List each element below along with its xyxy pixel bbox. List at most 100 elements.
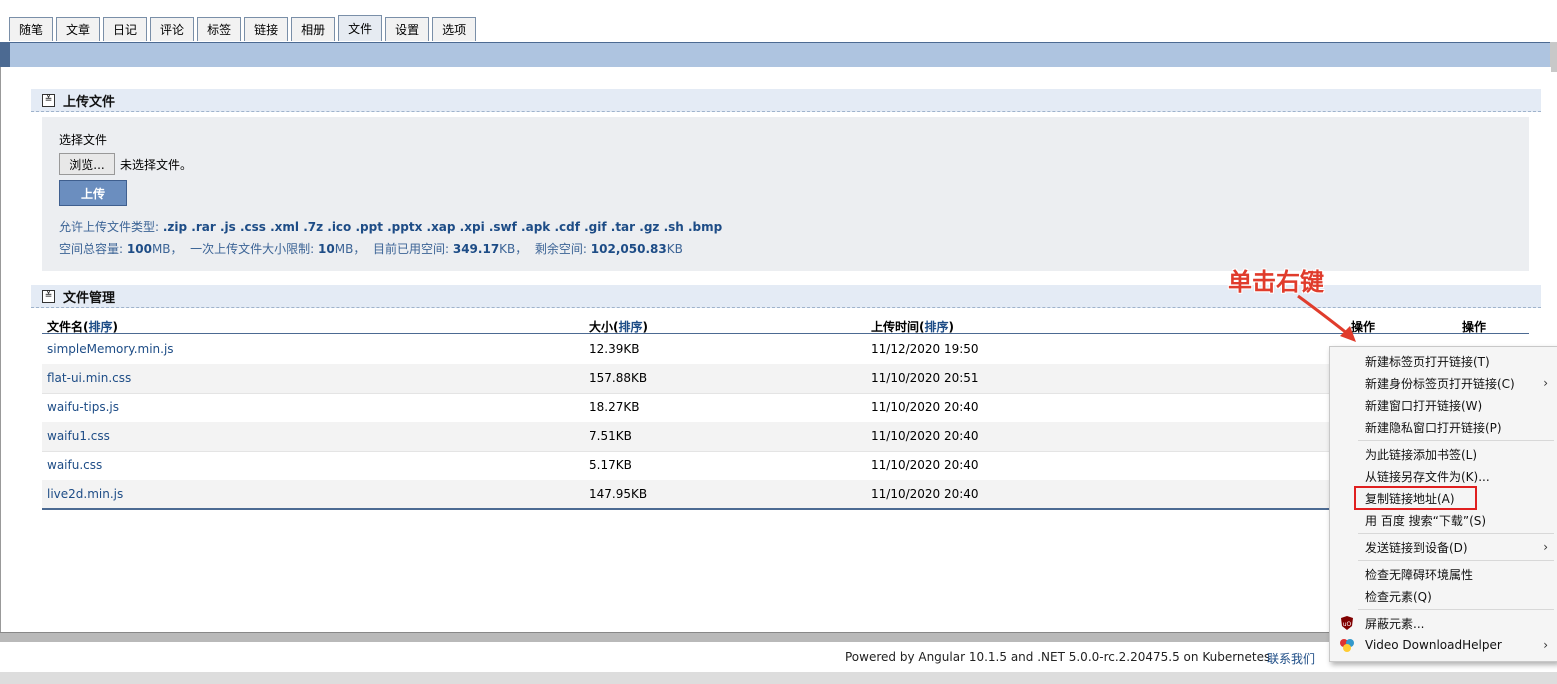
chevron-right-icon: › bbox=[1543, 638, 1548, 652]
menu-video-downloadhelper[interactable]: Video DownloadHelper › bbox=[1330, 634, 1557, 656]
tab-tags[interactable]: 标签 bbox=[197, 17, 242, 41]
file-name-link[interactable]: flat-ui.min.css bbox=[47, 371, 131, 385]
remain-unit: KB bbox=[666, 242, 683, 256]
chevron-right-icon: › bbox=[1543, 376, 1548, 390]
file-name-link[interactable]: live2d.min.js bbox=[47, 487, 123, 501]
remain-value: 102,050.83 bbox=[590, 242, 667, 256]
choose-file-label: 选择文件 bbox=[59, 133, 108, 147]
menu-bookmark-link[interactable]: 为此链接添加书签(L) bbox=[1330, 443, 1557, 465]
tab-links[interactable]: 链接 bbox=[244, 17, 289, 41]
table-bottom-line bbox=[42, 508, 1332, 510]
tab-comments[interactable]: 评论 bbox=[150, 17, 195, 41]
footer: Powered by Angular 10.1.5 and .NET 5.0.0… bbox=[0, 642, 1557, 672]
menu-separator bbox=[1358, 533, 1554, 534]
browse-button[interactable]: 浏览... bbox=[59, 153, 115, 175]
menu-label: 新建身份标签页打开链接(C) bbox=[1365, 376, 1515, 391]
menu-open-new-tab[interactable]: 新建标签页打开链接(T) bbox=[1330, 350, 1557, 372]
menu-block-element[interactable]: uO 屏蔽元素... bbox=[1330, 612, 1557, 634]
menu-separator bbox=[1358, 609, 1554, 610]
tab-list: 随笔 文章 日记 评论 标签 链接 相册 文件 设置 选项 bbox=[9, 15, 477, 41]
space-info: 空间总容量: 100MB， 一次上传文件大小限制: 10MB， 目前已用空间: … bbox=[59, 240, 683, 257]
tab-suibi[interactable]: 随笔 bbox=[9, 17, 54, 41]
menu-label: 用 百度 搜索“下载”(S) bbox=[1365, 513, 1487, 528]
files-section-title: 文件管理 bbox=[63, 290, 116, 306]
file-name-link[interactable]: waifu-tips.js bbox=[47, 400, 119, 414]
tab-settings[interactable]: 设置 bbox=[385, 17, 430, 41]
menu-save-link-as[interactable]: 从链接另存文件为(K)... bbox=[1330, 465, 1557, 487]
file-size: 157.88KB bbox=[589, 371, 648, 385]
menu-label: 新建标签页打开链接(T) bbox=[1365, 354, 1490, 369]
table-row: flat-ui.min.css 157.88KB 11/10/2020 20:5… bbox=[42, 364, 1332, 394]
menu-separator bbox=[1358, 560, 1554, 561]
allowed-types: .zip .rar .js .css .xml .7z .ico .ppt .p… bbox=[162, 220, 723, 234]
menu-label: Video DownloadHelper bbox=[1365, 638, 1502, 652]
used-value: 349.17 bbox=[452, 242, 500, 256]
left-marker bbox=[0, 43, 10, 67]
collapse-icon[interactable]: ≚ bbox=[42, 289, 55, 303]
file-name-link[interactable]: simpleMemory.min.js bbox=[47, 342, 174, 356]
file-time: 11/10/2020 20:40 bbox=[871, 429, 979, 443]
allowed-label: 允许上传文件类型: bbox=[59, 220, 160, 234]
menu-inspect-element[interactable]: 检查元素(Q) bbox=[1330, 585, 1557, 607]
tab-diary[interactable]: 日记 bbox=[103, 17, 148, 41]
tab-albums[interactable]: 相册 bbox=[291, 17, 336, 41]
menu-separator bbox=[1358, 440, 1554, 441]
tab-bar: 随笔 文章 日记 评论 标签 链接 相册 文件 设置 选项 bbox=[0, 0, 1550, 42]
upload-section-title: 上传文件 bbox=[63, 94, 116, 110]
highlight-box bbox=[1354, 486, 1477, 510]
file-size: 12.39KB bbox=[589, 342, 640, 356]
menu-send-to-device[interactable]: 发送链接到设备(D) › bbox=[1330, 536, 1557, 558]
total-unit: MB， bbox=[151, 242, 183, 256]
menu-open-new-window[interactable]: 新建窗口打开链接(W) bbox=[1330, 394, 1557, 416]
sort-size-link[interactable]: 排序 bbox=[619, 320, 643, 334]
file-size: 18.27KB bbox=[589, 400, 640, 414]
video-downloadhelper-icon bbox=[1340, 639, 1354, 652]
annotation-arrow-icon bbox=[1297, 294, 1356, 342]
collapse-icon[interactable]: ≚ bbox=[42, 93, 55, 107]
chevron-right-icon: › bbox=[1543, 540, 1548, 554]
menu-label: 发送链接到设备(D) bbox=[1365, 540, 1468, 555]
no-file-label: 未选择文件。 bbox=[120, 158, 193, 172]
tab-articles[interactable]: 文章 bbox=[56, 17, 101, 41]
file-time: 11/10/2020 20:51 bbox=[871, 371, 979, 385]
sub-nav-bar bbox=[0, 42, 1550, 68]
ublock-icon: uO bbox=[1341, 616, 1353, 630]
menu-label: 检查无障碍环境属性 bbox=[1365, 567, 1474, 582]
file-time: 11/12/2020 19:50 bbox=[871, 342, 979, 356]
used-unit: KB， bbox=[499, 242, 528, 256]
menu-search-baidu[interactable]: 用 百度 搜索“下载”(S) bbox=[1330, 509, 1557, 531]
file-time: 11/10/2020 20:40 bbox=[871, 400, 979, 414]
col-name-label: 文件名( bbox=[47, 320, 89, 334]
file-name-link[interactable]: waifu.css bbox=[47, 458, 102, 472]
sort-time-link[interactable]: 排序 bbox=[925, 320, 949, 334]
menu-label: 为此链接添加书签(L) bbox=[1365, 447, 1478, 462]
file-size: 147.95KB bbox=[589, 487, 648, 501]
allowed-types-info: 允许上传文件类型: .zip .rar .js .css .xml .7z .i… bbox=[59, 218, 722, 235]
menu-label: 屏蔽元素... bbox=[1365, 616, 1425, 631]
file-name-link[interactable]: waifu1.css bbox=[47, 429, 110, 443]
sort-name-link[interactable]: 排序 bbox=[89, 320, 113, 334]
menu-inspect-accessibility[interactable]: 检查无障碍环境属性 bbox=[1330, 563, 1557, 585]
contact-link[interactable]: 联系我们 bbox=[1267, 650, 1315, 667]
file-time: 11/10/2020 20:40 bbox=[871, 458, 979, 472]
menu-label: 检查元素(Q) bbox=[1365, 589, 1432, 604]
tab-files[interactable]: 文件 bbox=[338, 15, 383, 41]
paren: ) bbox=[642, 320, 648, 334]
table-row: simpleMemory.min.js 12.39KB 11/12/2020 1… bbox=[42, 335, 1332, 365]
file-size: 7.51KB bbox=[589, 429, 632, 443]
scrollbar[interactable] bbox=[1550, 42, 1557, 72]
used-label: 目前已用空间: bbox=[372, 242, 450, 256]
table-row: waifu1.css 7.51KB 11/10/2020 20:40 bbox=[42, 422, 1332, 452]
powered-by-text: Powered by Angular 10.1.5 and .NET 5.0.0… bbox=[845, 650, 1271, 664]
col-time-label: 上传时间( bbox=[871, 320, 925, 334]
upload-section-header[interactable]: ≚ 上传文件 bbox=[31, 89, 1541, 112]
upload-button[interactable]: 上传 bbox=[59, 180, 127, 206]
menu-label: 新建隐私窗口打开链接(P) bbox=[1365, 420, 1502, 435]
tab-options[interactable]: 选项 bbox=[432, 17, 477, 41]
total-value: 100 bbox=[126, 242, 152, 256]
menu-open-private-window[interactable]: 新建隐私窗口打开链接(P) bbox=[1330, 416, 1557, 438]
file-time: 11/10/2020 20:40 bbox=[871, 487, 979, 501]
file-size: 5.17KB bbox=[589, 458, 632, 472]
menu-open-container-tab[interactable]: 新建身份标签页打开链接(C) › bbox=[1330, 372, 1557, 394]
table-row: waifu.css 5.17KB 11/10/2020 20:40 bbox=[42, 451, 1332, 481]
